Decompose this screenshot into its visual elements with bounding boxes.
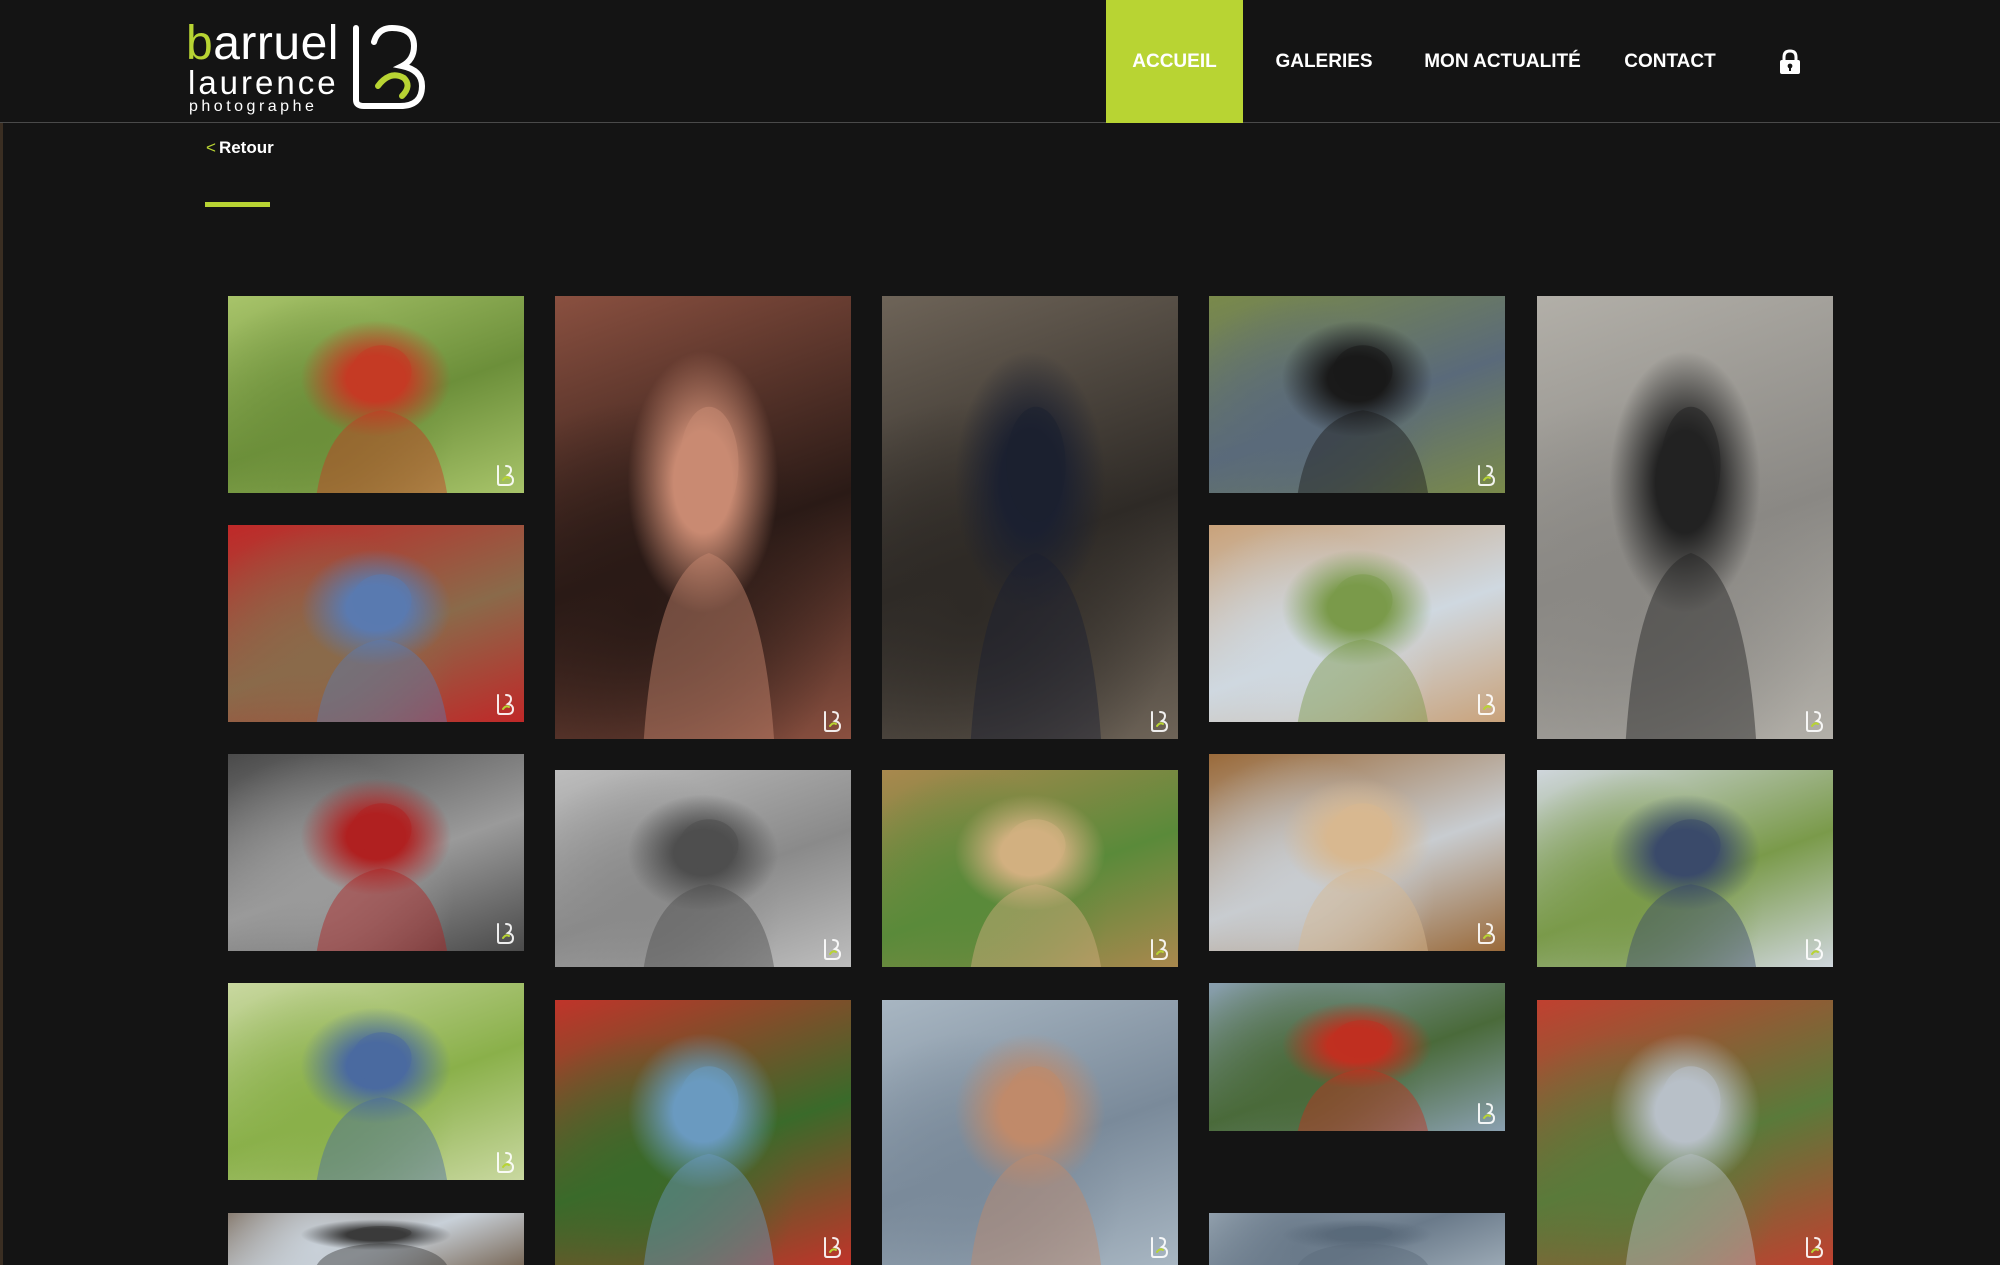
photo-subject-silhouette [1625, 406, 1757, 739]
logo-name: barruel [186, 18, 339, 70]
gallery-photo-cloister-columns-woman[interactable] [882, 296, 1178, 739]
logo-tagline: photographe [189, 98, 318, 115]
main-nav: ACCUEIL GALERIES MON ACTUALITÉ CONTACT [1106, 0, 1840, 123]
logo-firstname: laurence [188, 64, 339, 101]
gallery-photo-girl-arms-raised[interactable] [228, 983, 524, 1180]
chevron-left-icon: < [206, 138, 216, 157]
photo-subject-silhouette [1625, 819, 1757, 967]
photo-subject-silhouette [316, 345, 448, 493]
site-header: barruel laurence photographe ACCUEIL GAL… [0, 0, 2000, 123]
accent-divider [205, 202, 270, 207]
watermark-b-icon [1806, 711, 1824, 732]
photo-subject-silhouette [970, 1066, 1102, 1265]
photo-subject-silhouette [1297, 1020, 1429, 1131]
watermark-b-icon [1478, 1103, 1496, 1124]
watermark-b-icon [1151, 939, 1169, 960]
watermark-b-icon [1151, 1237, 1169, 1258]
photo-subject-silhouette [1297, 1226, 1429, 1265]
login-button[interactable] [1740, 0, 1840, 123]
page: barruel laurence photographe ACCUEIL GAL… [0, 0, 2000, 1265]
photo-subject-silhouette [970, 406, 1102, 739]
gallery-photo-landscape-partial-bottom[interactable] [1209, 1213, 1505, 1265]
photo-subject-silhouette [970, 819, 1102, 967]
nav-item-accueil[interactable]: ACCUEIL [1106, 0, 1243, 123]
gallery-photo-boy-shading-eyes[interactable] [882, 1000, 1178, 1265]
gallery-photo-boy-and-girl-field[interactable] [1537, 1000, 1833, 1265]
gallery-photo-woman-laughing-field[interactable] [1209, 525, 1505, 722]
photo-subject-silhouette [316, 1226, 448, 1265]
watermark-b-icon [497, 1152, 515, 1173]
gallery-photo-child-partial-bottom-left[interactable] [228, 1213, 524, 1265]
logo[interactable]: barruel laurence photographe [186, 18, 426, 115]
gallery-photo-children-poppy-field-bw[interactable] [228, 754, 524, 951]
photo-gallery [0, 0, 2000, 1265]
logo-b-mark-icon [353, 24, 426, 109]
watermark-b-icon [497, 694, 515, 715]
watermark-b-icon [497, 923, 515, 944]
nav-item-mon-actualite[interactable]: MON ACTUALITÉ [1405, 0, 1600, 123]
gallery-photo-three-girls-bw[interactable] [555, 770, 851, 967]
watermark-b-icon [824, 939, 842, 960]
photo-subject-silhouette [316, 803, 448, 951]
gallery-photo-girl-in-poppy-field[interactable] [1209, 983, 1505, 1131]
back-link[interactable]: < Retour [206, 138, 274, 158]
lock-icon [1780, 48, 1800, 74]
photo-subject-silhouette [1297, 574, 1429, 722]
watermark-b-icon [824, 1237, 842, 1258]
photo-subject-silhouette [316, 574, 448, 722]
photo-subject-silhouette [1297, 345, 1429, 493]
nav-item-contact[interactable]: CONTACT [1600, 0, 1740, 123]
gallery-photo-woman-straw-hat-smiling[interactable] [1209, 754, 1505, 951]
page-edge [0, 0, 3, 1265]
photo-subject-silhouette [643, 819, 775, 967]
gallery-photo-woman-straw-hat-eyes-closed[interactable] [882, 770, 1178, 967]
gallery-photo-girl-with-poppies[interactable] [228, 296, 524, 493]
gallery-photo-girl-portrait-dark[interactable] [555, 296, 851, 739]
photo-subject-silhouette [643, 1066, 775, 1265]
watermark-b-icon [497, 465, 515, 486]
watermark-b-icon [1478, 465, 1496, 486]
watermark-b-icon [1478, 923, 1496, 944]
watermark-b-icon [824, 711, 842, 732]
gallery-photo-man-wooden-door[interactable] [1537, 296, 1833, 739]
logo-name-rest: arruel [213, 17, 339, 70]
photo-subject-silhouette [1625, 1066, 1757, 1265]
photo-subject-silhouette [643, 406, 775, 739]
watermark-b-icon [1806, 1237, 1824, 1258]
watermark-b-icon [1806, 939, 1824, 960]
watermark-b-icon [1478, 694, 1496, 715]
gallery-photo-girl-back-poppies[interactable] [555, 1000, 851, 1265]
nav-item-galeries[interactable]: GALERIES [1243, 0, 1405, 123]
photo-subject-silhouette [316, 1032, 448, 1180]
photo-subject-silhouette [1297, 803, 1429, 951]
gallery-photo-man-graffiti-wall[interactable] [1209, 296, 1505, 493]
back-link-label: Retour [218, 138, 274, 157]
gallery-photo-two-men-barn[interactable] [228, 525, 524, 722]
logo-name-initial: b [186, 17, 214, 70]
gallery-photo-girl-umbrella-field[interactable] [1537, 770, 1833, 967]
watermark-b-icon [1151, 711, 1169, 732]
